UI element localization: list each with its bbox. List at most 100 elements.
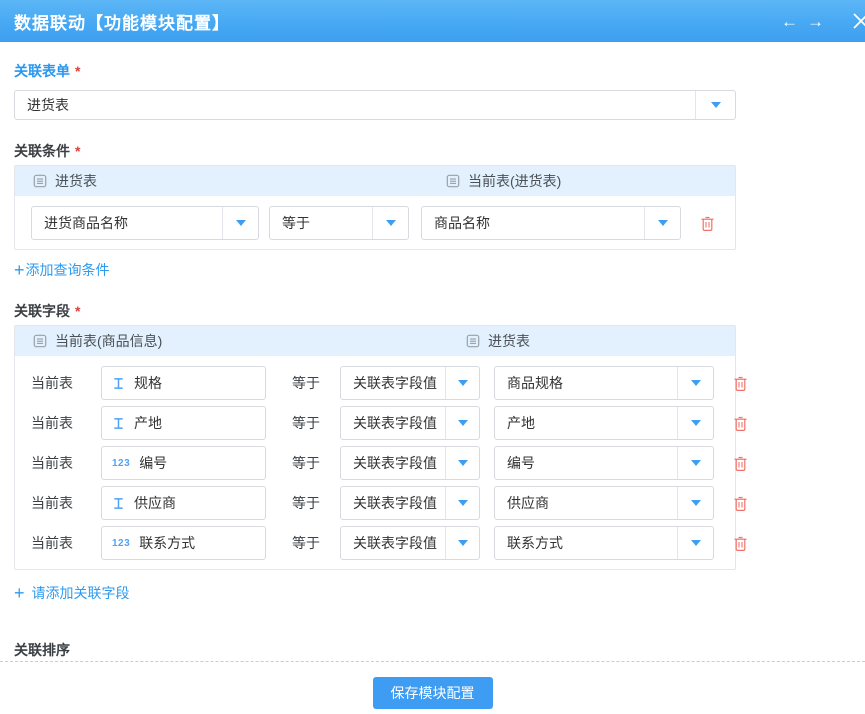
related-form-value: 进货表 <box>15 91 695 119</box>
value-type-select[interactable]: 关联表字段值 <box>340 366 480 400</box>
dropdown-caret[interactable] <box>677 447 713 479</box>
conditions-label: 关联条件* <box>14 142 750 160</box>
dropdown-caret[interactable] <box>677 527 713 559</box>
field-select[interactable]: 产地 <box>101 406 266 440</box>
close-icon[interactable] <box>850 10 865 32</box>
dropdown-caret[interactable] <box>445 407 479 439</box>
operator-label: 等于 <box>292 453 320 473</box>
chevron-down-icon <box>691 500 701 506</box>
chevron-down-icon <box>386 220 396 226</box>
chevron-down-icon <box>691 540 701 546</box>
fields-panel-header: 当前表(商品信息) 进货表 <box>15 326 735 356</box>
delete-row-icon[interactable] <box>733 535 748 552</box>
condition-operator-select[interactable]: 等于 <box>269 206 409 240</box>
dropdown-caret[interactable] <box>222 207 258 239</box>
field-select[interactable]: 123 联系方式 <box>101 526 266 560</box>
dropdown-caret[interactable] <box>445 447 479 479</box>
field-mapping-row: 当前表 产地 等于 关联表字段值 <box>31 406 719 440</box>
form-icon <box>446 174 460 188</box>
form-icon <box>33 334 47 348</box>
conditions-panel-header: 进货表 当前表(进货表) <box>15 166 735 196</box>
operator-label: 等于 <box>292 373 320 393</box>
required-asterisk: * <box>75 63 80 79</box>
value-type-select[interactable]: 关联表字段值 <box>340 526 480 560</box>
target-field-select[interactable]: 供应商 <box>494 486 714 520</box>
dropdown-caret[interactable] <box>677 367 713 399</box>
form-icon <box>466 334 480 348</box>
current-table-label: 当前表 <box>31 413 101 433</box>
value-type-select[interactable]: 关联表字段值 <box>340 486 480 520</box>
dropdown-caret[interactable] <box>695 91 735 119</box>
operator-label: 等于 <box>292 533 320 553</box>
current-table-label: 当前表 <box>31 493 101 513</box>
chevron-down-icon <box>711 102 721 108</box>
dropdown-caret[interactable] <box>372 207 408 239</box>
required-asterisk: * <box>75 143 80 159</box>
arrow-right-icon[interactable]: → <box>807 13 824 30</box>
chevron-down-icon <box>458 420 468 426</box>
value-type-select[interactable]: 关联表字段值 <box>340 446 480 480</box>
delete-row-icon[interactable] <box>733 415 748 432</box>
plus-icon: + <box>14 586 25 600</box>
field-select[interactable]: 供应商 <box>101 486 266 520</box>
operator-label: 等于 <box>292 413 320 433</box>
target-field-select[interactable]: 编号 <box>494 446 714 480</box>
dropdown-caret[interactable] <box>445 527 479 559</box>
chevron-down-icon <box>458 540 468 546</box>
dropdown-caret[interactable] <box>677 407 713 439</box>
delete-condition-icon[interactable] <box>700 215 715 232</box>
add-condition-link[interactable]: + 添加查询条件 <box>14 260 110 280</box>
condition-field-select[interactable]: 进货商品名称 <box>31 206 259 240</box>
text-field-icon <box>112 417 125 430</box>
plus-icon: + <box>14 263 25 277</box>
field-mapping-row: 当前表 规格 等于 关联表字段值 <box>31 366 719 400</box>
related-form-label: 关联表单* <box>14 62 750 80</box>
dropdown-caret[interactable] <box>644 207 680 239</box>
target-field-select[interactable]: 产地 <box>494 406 714 440</box>
field-name: 供应商 <box>134 493 176 513</box>
right-table-name: 进货表 <box>488 331 530 351</box>
text-field-icon <box>112 377 125 390</box>
chevron-down-icon <box>691 420 701 426</box>
value-type-select[interactable]: 关联表字段值 <box>340 406 480 440</box>
current-table-label: 当前表 <box>31 453 101 473</box>
add-field-mapping-link[interactable]: + 请添加关联字段 <box>14 583 130 603</box>
delete-row-icon[interactable] <box>733 375 748 392</box>
right-table-name: 当前表(进货表) <box>468 171 561 191</box>
delete-row-icon[interactable] <box>733 495 748 512</box>
field-mapping-row: 当前表 123 联系方式 等于 关联表字段值 联系方式 <box>31 526 719 560</box>
chevron-down-icon <box>236 220 246 226</box>
left-table-header: 当前表(商品信息) <box>33 331 162 351</box>
field-select[interactable]: 123 编号 <box>101 446 266 480</box>
target-field-select[interactable]: 商品规格 <box>494 366 714 400</box>
number-field-icon: 123 <box>112 458 130 469</box>
right-table-header: 进货表 <box>466 331 530 351</box>
chevron-down-icon <box>458 460 468 466</box>
chevron-down-icon <box>658 220 668 226</box>
field-mapping-row: 当前表 供应商 等于 关联表字段值 <box>31 486 719 520</box>
field-mapping-row: 当前表 123 编号 等于 关联表字段值 编号 <box>31 446 719 480</box>
resize-arrows[interactable]: ← → <box>781 13 824 30</box>
left-table-header: 进货表 <box>33 171 97 191</box>
condition-target-select[interactable]: 商品名称 <box>421 206 681 240</box>
field-select[interactable]: 规格 <box>101 366 266 400</box>
form-icon <box>33 174 47 188</box>
dropdown-caret[interactable] <box>677 487 713 519</box>
save-module-config-button[interactable]: 保存模块配置 <box>373 677 493 709</box>
target-field-select[interactable]: 联系方式 <box>494 526 714 560</box>
sorting-label: 关联排序 <box>14 641 750 659</box>
dropdown-caret[interactable] <box>445 367 479 399</box>
field-name: 编号 <box>139 453 167 473</box>
delete-row-icon[interactable] <box>733 455 748 472</box>
operator-label: 等于 <box>292 493 320 513</box>
field-mapping-rows: 当前表 规格 等于 关联表字段值 <box>15 356 735 569</box>
dropdown-caret[interactable] <box>445 487 479 519</box>
chevron-down-icon <box>691 460 701 466</box>
related-form-select[interactable]: 进货表 <box>14 90 736 120</box>
chevron-down-icon <box>458 500 468 506</box>
fields-panel: 当前表(商品信息) 进货表 当前表 <box>14 325 736 570</box>
condition-row: 进货商品名称 等于 商品名称 <box>31 206 719 240</box>
conditions-rows: 进货商品名称 等于 商品名称 <box>15 196 735 249</box>
field-name: 产地 <box>134 413 162 433</box>
arrow-left-icon[interactable]: ← <box>781 13 798 30</box>
